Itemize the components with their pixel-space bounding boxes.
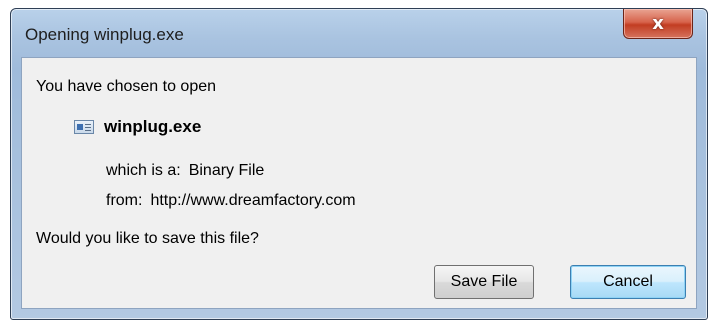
close-button[interactable]: x [623,9,693,39]
close-icon: x [652,12,664,34]
executable-file-icon [74,120,94,134]
file-type-row: which is a: Binary File [106,162,264,180]
file-type-value: Binary File [188,162,265,179]
file-source-row: from: http://www.dreamfactory.com [106,192,356,210]
title-bar[interactable]: Opening winplug.exe x [11,9,707,57]
file-name: winplug.exe [104,117,202,136]
window-title: Opening winplug.exe [25,25,184,44]
intro-text: You have chosen to open [36,78,217,95]
file-type-label: which is a: [106,162,181,179]
save-file-button[interactable]: Save File [434,265,534,299]
file-source-label: from: [106,192,143,209]
cancel-button[interactable]: Cancel [570,265,686,299]
dialog-content: You have chosen to open winplug.exe whic… [21,57,697,309]
file-row: winplug.exe [74,116,201,138]
file-source-value: http://www.dreamfactory.com [150,192,356,209]
download-dialog-window: Opening winplug.exe x You have chosen to… [10,8,708,320]
save-question: Would you like to save this file? [36,230,259,247]
